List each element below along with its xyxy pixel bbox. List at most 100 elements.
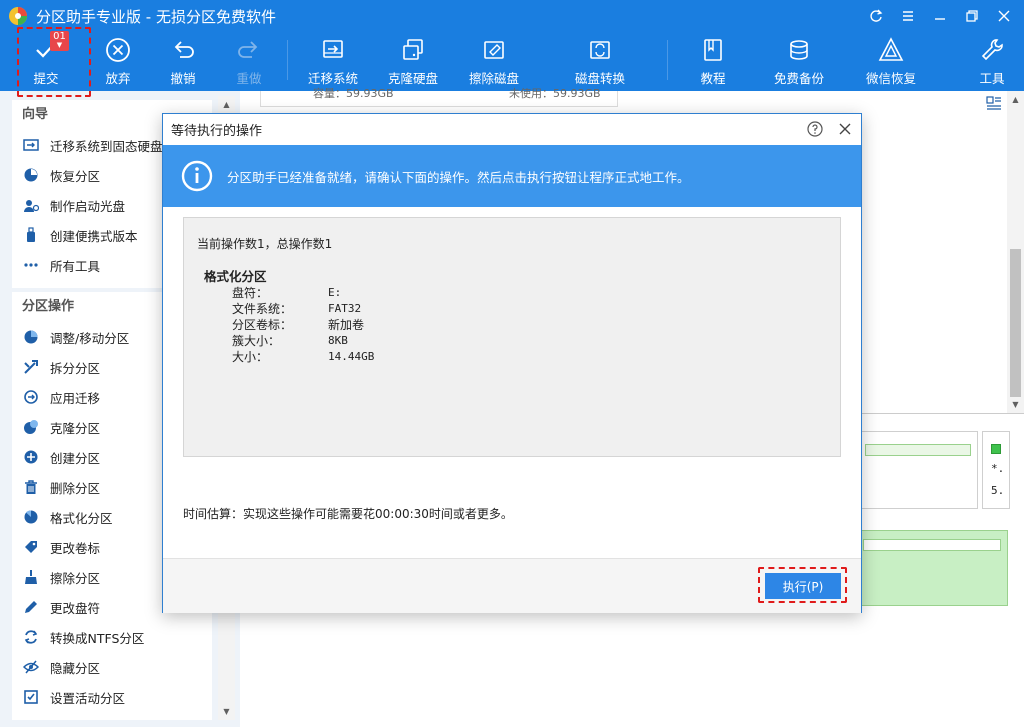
backup-icon	[790, 40, 808, 60]
restore-icon	[966, 10, 978, 22]
main-scrollbar[interactable]: ▲ ▼	[1007, 91, 1024, 413]
free-backup-button[interactable]: 免费备份	[759, 36, 839, 90]
info-banner: 分区助手已经准备就绪，请确认下面的操作。然后点击执行按钮让程序正式地工作。	[163, 145, 861, 207]
sidebar-item-set-active[interactable]: 设置活动分区	[12, 682, 212, 712]
restore-button[interactable]	[956, 2, 988, 30]
partition-usage-bar	[865, 444, 971, 456]
detail-value: 14.44GB	[328, 350, 375, 363]
view-toggle-icon[interactable]	[986, 96, 1002, 112]
detail-row: 文件系统： FAT32	[232, 301, 374, 317]
redo-button[interactable]: 重做	[209, 36, 289, 90]
detail-key: 大小：	[232, 350, 269, 364]
menu-button[interactable]	[892, 2, 924, 30]
detail-row: 分区卷标： 新加卷	[232, 317, 374, 333]
detail-value: 新加卷	[328, 318, 365, 332]
capacity-text: 容量：59.93GB	[313, 87, 394, 100]
free-backup-label: 免费备份	[773, 71, 824, 86]
menu-icon	[903, 11, 913, 21]
sidebar-item-label: 调整/移动分区	[50, 330, 130, 346]
scroll-up-icon[interactable]: ▲	[218, 96, 235, 113]
commit-highlight-frame	[17, 27, 91, 97]
split-icon	[22, 358, 40, 376]
sidebar-item-label: 创建便携式版本	[50, 228, 138, 244]
disk-convert-button[interactable]: 磁盘转换	[560, 36, 640, 90]
close-icon	[998, 10, 1010, 22]
banner-text: 分区助手已经准备就绪，请确认下面的操作。然后点击执行按钮让程序正式地工作。	[227, 169, 690, 185]
refresh-button[interactable]	[860, 2, 892, 30]
sidebar-item-hide-partition[interactable]: 隐藏分区	[12, 652, 212, 682]
clone-disk-button[interactable]: 克隆硬盘	[373, 36, 453, 90]
sidebar-item-label: 隐藏分区	[50, 660, 101, 676]
sidebar-item-label: 应用迁移	[50, 390, 101, 406]
wipe-disk-button[interactable]: 擦除磁盘	[454, 36, 534, 90]
hide-icon	[22, 658, 40, 676]
sidebar-item-label: 更改卷标	[50, 540, 101, 556]
detail-row: 盘符： E:	[232, 285, 374, 301]
tutorial-label: 教程	[700, 71, 726, 86]
book-icon	[704, 39, 722, 61]
recover-partition-icon	[22, 166, 40, 184]
all-tools-icon	[22, 256, 40, 274]
sidebar-item-label: 转换成NTFS分区	[50, 630, 145, 646]
wipe-disk-icon	[484, 41, 504, 59]
migrate-os-button[interactable]: 迁移系统	[293, 36, 373, 90]
scroll-thumb[interactable]	[1010, 249, 1021, 397]
tools-label: 工具	[979, 71, 1005, 86]
undo-label: 撤销	[170, 71, 196, 86]
set-active-icon	[22, 688, 40, 706]
minimize-icon	[935, 18, 945, 20]
sidebar-item-convert-ntfs[interactable]: 转换成NTFS分区	[12, 622, 212, 652]
disk-info-row: 容量：59.93GB 未使用：59.93GB	[260, 87, 618, 107]
scroll-up-icon[interactable]: ▲	[1007, 91, 1024, 108]
tutorial-button[interactable]: 教程	[673, 36, 753, 90]
sidebar-item-label: 所有工具	[50, 258, 101, 274]
close-icon[interactable]	[837, 121, 853, 137]
dialog-title: 等待执行的操作	[171, 124, 263, 139]
disk-convert-icon	[590, 41, 610, 59]
detail-key: 分区卷标：	[232, 318, 293, 332]
scroll-down-icon[interactable]: ▼	[218, 703, 235, 720]
sidebar-item-label: 制作启动光盘	[50, 198, 126, 214]
sidebar-item-label: 恢复分区	[50, 168, 101, 184]
detail-key: 文件系统：	[232, 302, 293, 316]
partition-usage-bar	[863, 539, 1001, 551]
window-title: 分区助手专业版 - 无损分区免费软件	[36, 7, 276, 26]
info-icon	[181, 160, 213, 192]
detail-value: FAT32	[328, 302, 362, 315]
detail-value: 8KB	[328, 334, 348, 347]
window-controls	[860, 2, 1020, 30]
detail-row: 簇大小： 8KB	[232, 333, 374, 349]
bootable-media-icon	[22, 196, 40, 214]
create-partition-icon	[22, 448, 40, 466]
partition-mini-label: *.	[991, 462, 1005, 475]
operations-list: 当前操作数1，总操作数1 格式化分区 盘符： E: 文件系统： FAT32 分区卷标…	[183, 217, 841, 457]
discard-icon	[106, 38, 130, 62]
portable-version-icon	[22, 226, 40, 244]
unused-text: 未使用：59.93GB	[509, 87, 601, 100]
time-estimate: 时间估算：实现这些操作可能需要花00:00:30时间或者更多。	[183, 507, 513, 521]
redo-icon	[238, 41, 258, 58]
clone-disk-icon	[403, 39, 423, 60]
convert-ntfs-icon	[22, 628, 40, 646]
help-icon[interactable]	[807, 121, 823, 137]
partition-card[interactable]	[860, 431, 978, 509]
format-icon	[22, 508, 40, 526]
partition-block-selected[interactable]	[860, 530, 1008, 606]
minimize-button[interactable]	[924, 2, 956, 30]
partition-color-swatch	[991, 444, 1001, 454]
close-button[interactable]	[988, 2, 1020, 30]
resize-icon	[22, 328, 40, 346]
app-mover-icon	[22, 388, 40, 406]
tools-button[interactable]: 工具	[952, 36, 1024, 90]
scroll-down-icon[interactable]: ▼	[1007, 396, 1024, 413]
wrench-icon	[981, 39, 1003, 61]
label-tag-icon	[22, 538, 40, 556]
toolbar-separator	[287, 40, 288, 80]
migrate-ssd-icon	[22, 136, 40, 154]
sidebar-item-label: 创建分区	[50, 450, 101, 466]
sidebar-item-label: 格式化分区	[50, 510, 113, 526]
partition-card-mini[interactable]: *. 5.	[982, 431, 1010, 509]
delete-icon	[22, 478, 40, 496]
clone-disk-label: 克隆硬盘	[387, 71, 438, 86]
recovery-button[interactable]: 微信恢复	[851, 36, 931, 90]
